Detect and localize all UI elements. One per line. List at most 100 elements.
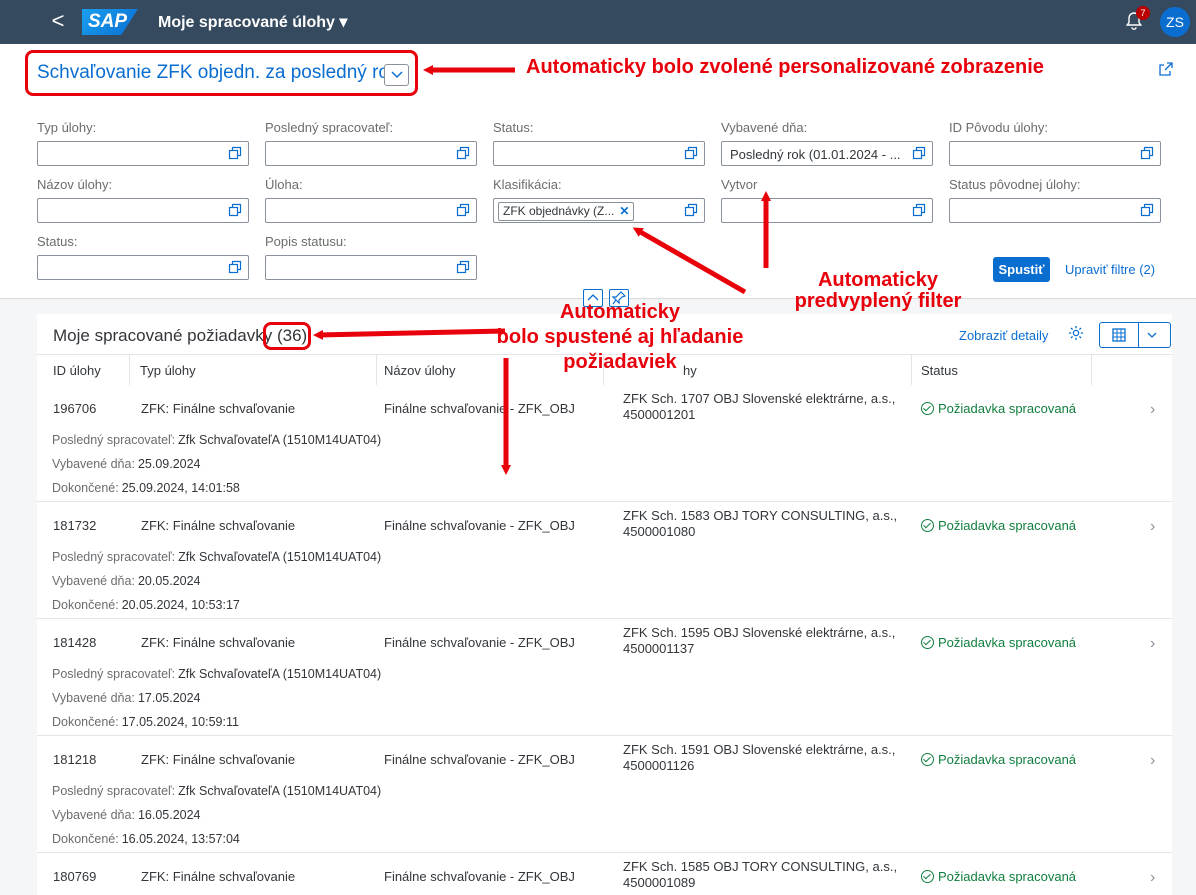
token-text: ZFK objednávky (Z... bbox=[503, 204, 615, 218]
status-text: Požiadavka spracovaná bbox=[938, 869, 1077, 884]
value-help-icon[interactable] bbox=[456, 146, 470, 165]
filter-label-status: Status: bbox=[493, 120, 534, 135]
table-row[interactable]: 196706 ZFK: Finálne schvaľovanie Finálne… bbox=[37, 385, 1172, 502]
value-help-icon[interactable] bbox=[456, 260, 470, 279]
column-header-name[interactable]: Názov úlohy bbox=[384, 363, 456, 378]
filter-label-last-processor: Posledný spracovateľ: bbox=[265, 120, 394, 135]
filter-input-created[interactable] bbox=[721, 198, 933, 223]
attr-done-on: Vybavené dňa: 25.09.2024 bbox=[52, 457, 201, 471]
check-circle-icon bbox=[921, 519, 934, 532]
filter-label-task-name: Názov úlohy: bbox=[37, 177, 113, 192]
attr-value: Zfk SchvaľovateľA (1510M14UAT04) bbox=[178, 667, 382, 681]
value-help-icon[interactable] bbox=[456, 203, 470, 222]
attr-processor: Posledný spracovateľ: Zfk SchvaľovateľA (… bbox=[52, 550, 381, 564]
filter-input-classification[interactable]: ZFK objednávky (Z... ✕ bbox=[493, 198, 705, 223]
status-text: Požiadavka spracovaná bbox=[938, 401, 1077, 416]
status-badge: Požiadavka spracovaná bbox=[921, 401, 1076, 416]
filter-label-origin-status: Status pôvodnej úlohy: bbox=[949, 177, 1081, 192]
value-help-icon[interactable] bbox=[912, 146, 926, 165]
row-navigation-icon[interactable]: › bbox=[1150, 518, 1155, 536]
task-name: Finálne schvaľovanie - ZFK_OBJ bbox=[384, 869, 575, 884]
back-button[interactable]: < bbox=[44, 8, 72, 36]
row-navigation-icon[interactable]: › bbox=[1150, 635, 1155, 653]
export-button-group bbox=[1099, 322, 1171, 348]
task-type: ZFK: Finálne schvaľovanie bbox=[141, 518, 296, 533]
column-header-status[interactable]: Status bbox=[921, 363, 958, 378]
attr-value: Zfk SchvaľovateľA (1510M14UAT04) bbox=[178, 550, 382, 564]
filter-input-status-2[interactable] bbox=[37, 255, 249, 280]
attr-label: Vybavené dňa: bbox=[52, 808, 135, 822]
app-title-menu[interactable]: Moje spracované úlohy ▾ bbox=[158, 12, 347, 32]
annotation-line: bolo spustené aj hľadanie bbox=[496, 326, 744, 348]
table-row[interactable]: 181218 ZFK: Finálne schvaľovanie Finálne… bbox=[37, 736, 1172, 853]
value-help-icon[interactable] bbox=[1140, 146, 1154, 165]
value-help-icon[interactable] bbox=[912, 203, 926, 222]
column-separator bbox=[1091, 355, 1092, 385]
variant-highlight-box bbox=[25, 50, 418, 96]
filter-input-status[interactable] bbox=[493, 141, 705, 166]
value-help-icon[interactable] bbox=[228, 146, 242, 165]
filter-input-origin-status[interactable] bbox=[949, 198, 1161, 223]
filter-input-status-desc[interactable] bbox=[265, 255, 477, 280]
task-description: ZFK Sch. 1585 OBJ TORY CONSULTING, a.s.,… bbox=[623, 859, 898, 890]
sap-logo[interactable]: SAP bbox=[82, 9, 138, 35]
task-type: ZFK: Finálne schvaľovanie bbox=[141, 635, 296, 650]
export-menu-chevron-icon[interactable] bbox=[1145, 328, 1159, 347]
task-id: 196706 bbox=[53, 401, 97, 416]
status-badge: Požiadavka spracovaná bbox=[921, 518, 1076, 533]
filter-value-done-on: Posledný rok (01.01.2024 - ... bbox=[730, 147, 900, 162]
show-details-link[interactable]: Zobraziť detaily bbox=[959, 328, 1048, 343]
column-separator bbox=[376, 355, 377, 385]
attr-completed: Dokončené: 20.05.2024, 10:53:17 bbox=[52, 598, 240, 612]
share-icon[interactable] bbox=[1158, 61, 1174, 82]
attr-completed: Dokončené: 17.05.2024, 10:59:11 bbox=[52, 715, 239, 729]
row-navigation-icon[interactable]: › bbox=[1150, 869, 1155, 887]
filter-input-origin-id[interactable] bbox=[949, 141, 1161, 166]
filter-input-task[interactable] bbox=[265, 198, 477, 223]
value-help-icon[interactable] bbox=[228, 203, 242, 222]
status-text: Požiadavka spracovaná bbox=[938, 635, 1077, 650]
status-badge: Požiadavka spracovaná bbox=[921, 635, 1076, 650]
task-description: ZFK Sch. 1595 OBJ Slovenské elektrárne, … bbox=[623, 625, 896, 656]
column-header-type[interactable]: Typ úlohy bbox=[140, 363, 196, 378]
attr-value: 20.05.2024 bbox=[137, 574, 201, 588]
requests-table-panel: Moje spracované požiadavky (36) Zobraziť… bbox=[37, 314, 1172, 895]
row-navigation-icon[interactable]: › bbox=[1150, 401, 1155, 419]
task-type: ZFK: Finálne schvaľovanie bbox=[141, 752, 296, 767]
go-button[interactable]: Spustiť bbox=[993, 257, 1050, 282]
filter-input-task-name[interactable] bbox=[37, 198, 249, 223]
filter-label-task-type: Typ úlohy: bbox=[37, 120, 97, 135]
row-navigation-icon[interactable]: › bbox=[1150, 752, 1155, 770]
value-help-icon[interactable] bbox=[684, 146, 698, 165]
task-id: 181218 bbox=[53, 752, 97, 767]
classification-token[interactable]: ZFK objednávky (Z... ✕ bbox=[498, 202, 635, 221]
attr-processor: Posledný spracovateľ: Zfk SchvaľovateľA (… bbox=[52, 433, 381, 447]
table-row[interactable]: 181732 ZFK: Finálne schvaľovanie Finálne… bbox=[37, 502, 1172, 619]
column-header-id[interactable]: ID úlohy bbox=[53, 363, 101, 378]
task-name: Finálne schvaľovanie - ZFK_OBJ bbox=[384, 401, 575, 416]
adapt-filters-link[interactable]: Upraviť filtre (2) bbox=[1065, 262, 1155, 277]
filter-input-task-type[interactable] bbox=[37, 141, 249, 166]
settings-gear-icon[interactable] bbox=[1067, 324, 1085, 347]
task-id: 181428 bbox=[53, 635, 97, 650]
attr-done-on: Vybavené dňa: 17.05.2024 bbox=[52, 691, 201, 705]
filter-input-done-on[interactable]: Posledný rok (01.01.2024 - ... bbox=[721, 141, 933, 166]
task-description: ZFK Sch. 1583 OBJ TORY CONSULTING, a.s.,… bbox=[623, 508, 898, 539]
token-remove-icon[interactable]: ✕ bbox=[619, 204, 629, 218]
value-help-icon[interactable] bbox=[684, 203, 698, 222]
check-circle-icon bbox=[921, 753, 934, 766]
export-spreadsheet-icon[interactable] bbox=[1110, 327, 1128, 348]
filter-label-created: Vytvor bbox=[721, 177, 758, 192]
attr-label: Dokončené: bbox=[52, 481, 119, 495]
value-help-icon[interactable] bbox=[1140, 203, 1154, 222]
task-description: ZFK Sch. 1707 OBJ Slovenské elektrárne, … bbox=[623, 391, 896, 422]
table-row[interactable]: 180769 ZFK: Finálne schvaľovanie Finálne… bbox=[37, 853, 1172, 895]
user-avatar[interactable]: ZS bbox=[1160, 7, 1190, 37]
attr-label: Posledný spracovateľ: bbox=[52, 667, 176, 681]
annotation-line: požiadaviek bbox=[563, 351, 677, 373]
value-help-icon[interactable] bbox=[228, 260, 242, 279]
attr-label: Posledný spracovateľ: bbox=[52, 784, 176, 798]
filter-label-status-2: Status: bbox=[37, 234, 78, 249]
table-row[interactable]: 181428 ZFK: Finálne schvaľovanie Finálne… bbox=[37, 619, 1172, 736]
filter-input-last-processor[interactable] bbox=[265, 141, 477, 166]
